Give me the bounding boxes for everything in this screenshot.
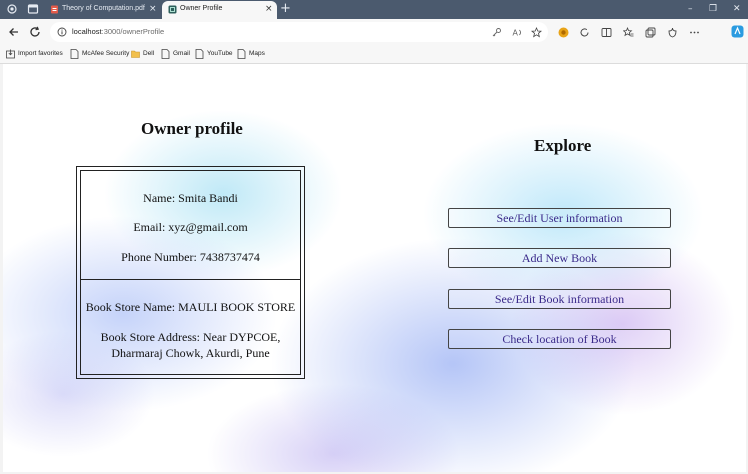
owner-email: Email: xyz@gmail.com <box>133 220 248 234</box>
owner-details-inner-border: Name: Smita Bandi Email: xyz@gmail.com P… <box>80 170 301 375</box>
more-menu-icon[interactable] <box>689 27 700 38</box>
collections-icon[interactable] <box>645 27 656 38</box>
store-address-line-2: Dharmaraj Chowk, Akurdi, Pune <box>111 346 270 360</box>
tab-close-icon[interactable]: × <box>149 4 157 14</box>
bookmark-label: Maps <box>249 50 265 57</box>
workspaces-icon[interactable] <box>6 3 18 15</box>
browser-essentials-icon[interactable] <box>667 27 678 38</box>
page-icon <box>70 49 79 59</box>
back-icon[interactable] <box>6 24 22 40</box>
tab-close-icon[interactable]: × <box>265 4 273 14</box>
bookmark-label: YouTube <box>207 50 233 57</box>
card-divider <box>81 279 300 280</box>
explore-heading: Explore <box>534 136 592 155</box>
refresh-icon[interactable] <box>27 24 43 40</box>
navigation-toolbar: localhost:3000/ownerProfile A <box>0 19 748 45</box>
owner-phone: Phone Number: 7438737474 <box>121 250 260 264</box>
url-host: localhost <box>72 27 102 36</box>
url-text: localhost:3000/ownerProfile <box>72 27 164 36</box>
add-new-book-button[interactable]: Add New Book <box>448 248 671 268</box>
copilot-icon[interactable] <box>731 25 744 38</box>
page-icon <box>195 49 204 59</box>
refresh-circle-icon[interactable] <box>579 27 590 38</box>
import-icon <box>6 49 15 59</box>
extension-icon[interactable] <box>558 27 569 38</box>
pdf-icon <box>51 5 58 14</box>
bookmark-label: Dell <box>143 50 155 57</box>
store-name: Book Store Name: MAULI BOOK STORE <box>85 300 296 314</box>
read-aloud-icon[interactable]: A <box>512 27 523 38</box>
owner-details-card: Name: Smita Bandi Email: xyz@gmail.com P… <box>76 166 305 379</box>
split-screen-icon[interactable] <box>601 27 612 38</box>
tab-owner-profile[interactable]: Owner Profile × <box>162 1 277 19</box>
bookmark-label: Gmail <box>173 50 190 57</box>
see-edit-user-info-button[interactable]: See/Edit User information <box>448 208 671 228</box>
info-icon[interactable] <box>57 27 67 37</box>
tab-title: Owner Profile <box>180 5 223 12</box>
bookmarks-bar: Import favorites McAfee Security Dell Gm… <box>0 45 748 64</box>
folder-icon <box>131 50 140 58</box>
minimize-button[interactable]: – <box>688 3 693 15</box>
url-path: :3000/ownerProfile <box>101 27 165 36</box>
see-edit-book-info-button[interactable]: See/Edit Book information <box>448 289 671 309</box>
tab-strip: Theory of Computation.pdf × Owner Profil… <box>0 0 748 19</box>
favorite-star-icon[interactable] <box>531 27 542 38</box>
tab-title: Theory of Computation.pdf <box>62 5 145 12</box>
svg-text:A: A <box>513 29 519 38</box>
page-icon <box>237 49 246 59</box>
page-content: Owner profile Explore Name: Smita Bandi … <box>3 64 746 472</box>
close-window-button[interactable]: ✕ <box>733 3 741 15</box>
owner-name: Name: Smita Bandi <box>143 191 238 205</box>
page-icon <box>161 49 170 59</box>
new-tab-button[interactable]: + <box>280 2 291 16</box>
bookmark-label: Import favorites <box>18 50 63 57</box>
owner-profile-heading: Owner profile <box>141 119 243 138</box>
restore-button[interactable]: ❐ <box>709 3 717 15</box>
tab-theory-of-computation[interactable]: Theory of Computation.pdf × <box>44 1 160 19</box>
tab-actions-icon[interactable] <box>27 3 39 15</box>
address-bar[interactable]: localhost:3000/ownerProfile A <box>50 22 548 42</box>
key-icon[interactable] <box>491 27 502 38</box>
favorites-icon[interactable] <box>623 27 634 38</box>
bookmark-label: McAfee Security <box>82 50 130 57</box>
check-book-location-button[interactable]: Check location of Book <box>448 329 671 349</box>
page-favicon-icon <box>168 5 177 14</box>
store-address-line-1: Book Store Address: Near DYPCOE, <box>100 330 281 344</box>
